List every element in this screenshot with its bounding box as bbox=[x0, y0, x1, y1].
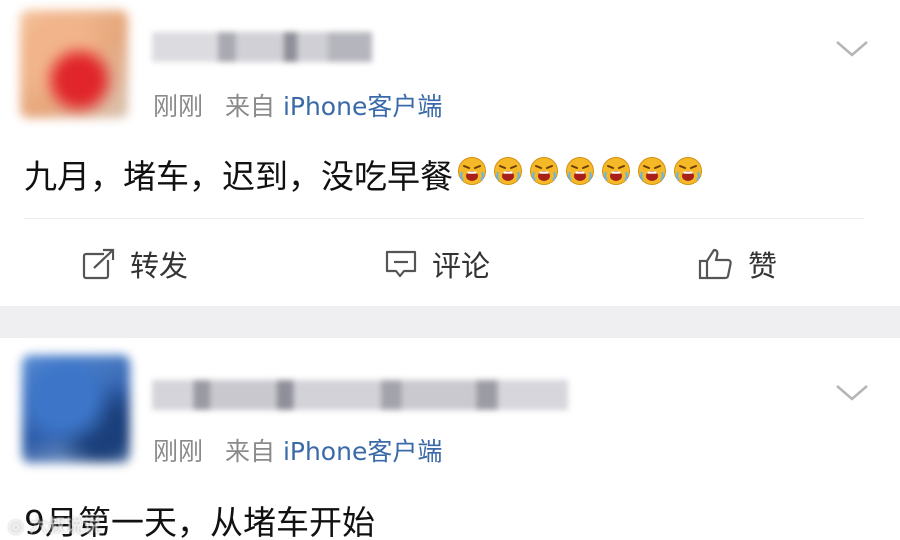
post-meta: 刚刚 来自 iPhone客户端 bbox=[153, 87, 442, 123]
post-card: 刚刚 来自 iPhone客户端 9月第一天，从堵车开始 bbox=[0, 338, 900, 540]
post-meta: 刚刚 来自 iPhone客户端 bbox=[153, 432, 442, 468]
source-link[interactable]: iPhone客户端 bbox=[283, 437, 442, 466]
post-timestamp: 刚刚 bbox=[153, 437, 204, 466]
thumbs-up-icon bbox=[698, 248, 732, 280]
source-prefix: 来自 bbox=[224, 92, 275, 121]
repost-button[interactable]: 转发 bbox=[82, 244, 188, 284]
comment-label: 评论 bbox=[432, 249, 491, 283]
watermark-logo: ◎ 六叔说说 bbox=[8, 516, 102, 537]
post-text-body: 九月，堵车，迟到，没吃早餐 bbox=[24, 157, 453, 196]
crying-face-emoji bbox=[566, 156, 594, 185]
chevron-down-icon[interactable] bbox=[834, 380, 870, 404]
avatar[interactable] bbox=[22, 355, 130, 463]
crying-face-emoji bbox=[674, 156, 702, 185]
username-blurred[interactable] bbox=[152, 32, 372, 62]
crying-face-emoji bbox=[638, 156, 666, 185]
comment-button[interactable]: 评论 bbox=[384, 244, 490, 284]
post-text: 九月，堵车，迟到，没吃早餐 bbox=[24, 150, 703, 198]
username-blurred[interactable] bbox=[152, 380, 568, 410]
like-button[interactable]: 赞 bbox=[698, 244, 777, 284]
repost-label: 转发 bbox=[130, 249, 189, 283]
share-icon bbox=[82, 248, 115, 280]
crying-face-emoji bbox=[530, 156, 558, 185]
avatar[interactable] bbox=[20, 10, 128, 118]
chevron-down-icon[interactable] bbox=[834, 36, 870, 60]
emoji-row bbox=[453, 155, 703, 194]
source-link[interactable]: iPhone客户端 bbox=[283, 92, 442, 121]
like-label: 赞 bbox=[748, 249, 778, 283]
post-timestamp: 刚刚 bbox=[153, 92, 204, 121]
feed-separator bbox=[0, 306, 900, 338]
post-card: 刚刚 来自 iPhone客户端 九月，堵车，迟到，没吃早餐 转发 评论 赞 bbox=[0, 0, 900, 306]
comment-icon bbox=[385, 250, 417, 278]
source-prefix: 来自 bbox=[224, 437, 275, 466]
crying-face-emoji bbox=[494, 156, 522, 185]
divider bbox=[24, 218, 864, 219]
crying-face-emoji bbox=[458, 156, 486, 185]
crying-face-emoji bbox=[602, 156, 630, 185]
